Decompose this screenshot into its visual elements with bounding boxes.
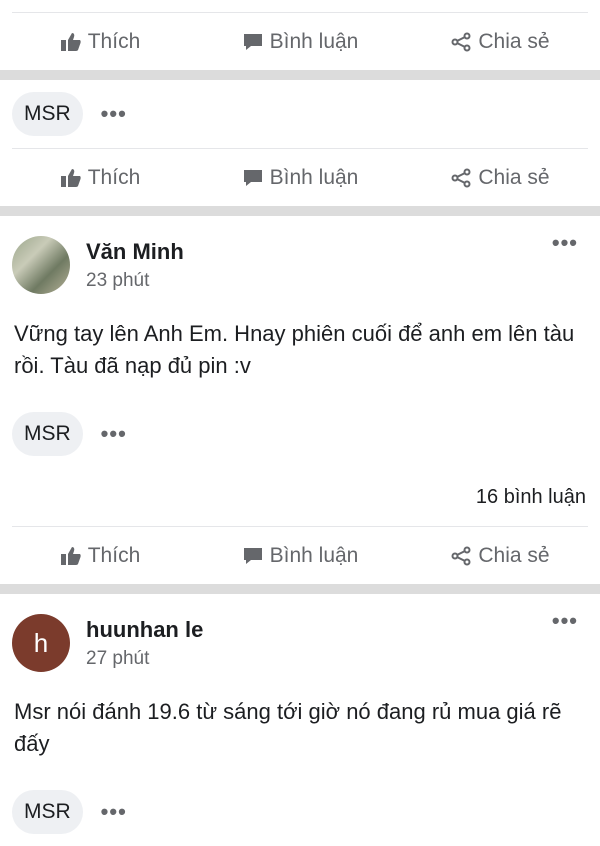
comment-label: Bình luận — [269, 165, 359, 189]
author-name[interactable]: Văn Minh — [86, 238, 184, 266]
post: h huunhan le 27 phút ••• Msr nói đánh 19… — [0, 594, 600, 846]
avatar[interactable] — [12, 236, 70, 294]
like-label: Thích — [87, 165, 141, 189]
post-header: Văn Minh 23 phút ••• — [0, 216, 600, 300]
post-actions: Thích Bình luận Chia sẻ — [0, 149, 600, 206]
post-separator — [0, 206, 600, 216]
share-icon — [450, 546, 472, 566]
thumbs-up-icon — [60, 546, 82, 566]
more-icon[interactable]: ••• — [101, 799, 127, 825]
comment-button[interactable]: Bình luận — [200, 544, 400, 568]
share-label: Chia sẻ — [478, 29, 550, 53]
post-time[interactable]: 23 phút — [86, 270, 184, 292]
feed: Thích Bình luận Chia sẻ MSR ••• Thích Bì… — [0, 12, 600, 846]
like-button[interactable]: Thích — [0, 544, 200, 568]
comment-label: Bình luận — [269, 543, 359, 567]
share-label: Chia sẻ — [478, 543, 550, 567]
comment-button[interactable]: Bình luận — [200, 166, 400, 190]
post-menu-icon[interactable]: ••• — [552, 608, 578, 634]
thumbs-up-icon — [60, 32, 82, 52]
tag-row: MSR ••• — [0, 400, 600, 468]
post: Văn Minh 23 phút ••• Vững tay lên Anh Em… — [0, 216, 600, 594]
comment-count[interactable]: 16 bình luận — [0, 468, 600, 526]
like-button[interactable]: Thích — [0, 166, 200, 190]
post-menu-icon[interactable]: ••• — [552, 230, 578, 256]
tag-chip[interactable]: MSR — [12, 92, 83, 136]
post-actions: Thích Bình luận Chia sẻ — [0, 527, 600, 584]
post-time[interactable]: 27 phút — [86, 648, 203, 670]
post-text: Vững tay lên Anh Em. Hnay phiên cuối để … — [14, 321, 575, 378]
tag-chip[interactable]: MSR — [12, 412, 83, 456]
post-separator — [0, 584, 600, 594]
tag-row: MSR ••• — [0, 80, 600, 148]
share-button[interactable]: Chia sẻ — [400, 30, 600, 54]
like-label: Thích — [87, 543, 141, 567]
more-icon[interactable]: ••• — [101, 421, 127, 447]
post-separator — [0, 70, 600, 80]
comment-button[interactable]: Bình luận — [200, 30, 400, 54]
like-label: Thích — [87, 29, 141, 53]
more-icon[interactable]: ••• — [101, 101, 127, 127]
author-name[interactable]: huunhan le — [86, 616, 203, 644]
thumbs-up-icon — [60, 168, 82, 188]
comment-icon — [242, 168, 264, 188]
comment-icon — [242, 32, 264, 52]
share-button[interactable]: Chia sẻ — [400, 166, 600, 190]
share-icon — [450, 32, 472, 52]
comment-label: Bình luận — [269, 29, 359, 53]
post-actions: Thích Bình luận Chia sẻ — [0, 13, 600, 70]
avatar[interactable]: h — [12, 614, 70, 672]
share-button[interactable]: Chia sẻ — [400, 544, 600, 568]
share-icon — [450, 168, 472, 188]
like-button[interactable]: Thích — [0, 30, 200, 54]
comment-icon — [242, 546, 264, 566]
tag-row: MSR ••• — [0, 778, 600, 846]
tag-chip[interactable]: MSR — [12, 790, 83, 834]
post-text: Msr nói đánh 19.6 từ sáng tới giờ nó đan… — [14, 699, 562, 756]
share-label: Chia sẻ — [478, 165, 550, 189]
post-header: h huunhan le 27 phút ••• — [0, 594, 600, 678]
